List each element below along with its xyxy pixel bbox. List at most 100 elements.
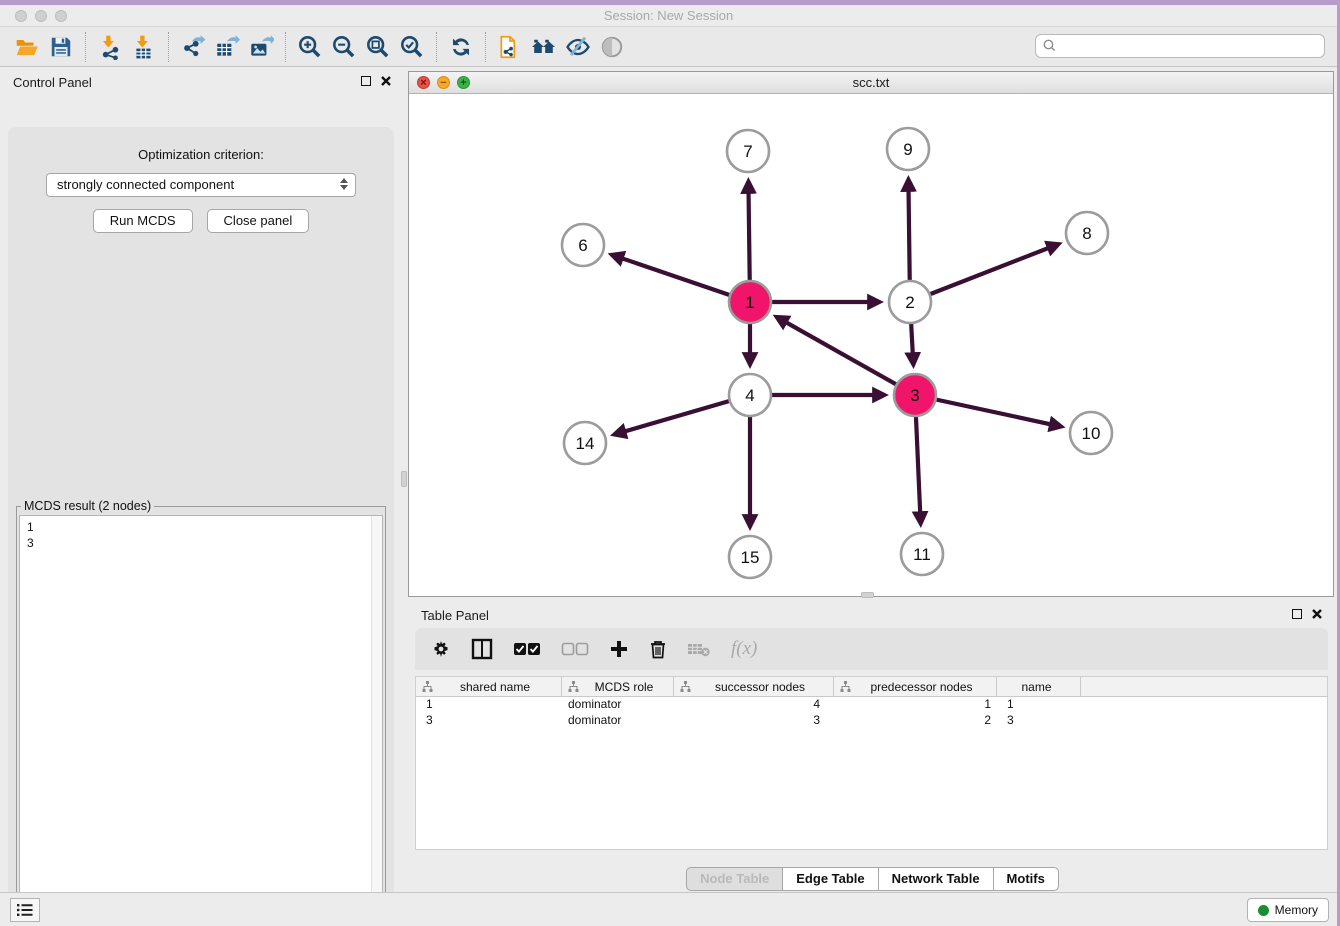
network-window: × − + scc.txt 7968124314101511 [408,71,1334,597]
graph-node-label-10: 10 [1082,424,1101,443]
column-header-shared-name[interactable]: shared name [416,677,562,696]
select-all-icon[interactable] [513,641,541,657]
mcds-panel: Optimization criterion: strongly connect… [8,127,394,926]
network-window-titlebar[interactable]: × − + scc.txt [409,72,1333,94]
graph-node-label-9: 9 [903,140,912,159]
delete-table-icon [687,641,711,657]
column-header-predecessor-nodes[interactable]: predecessor nodes [834,677,997,696]
network-canvas[interactable]: 7968124314101511 [409,94,1333,596]
hierarchy-icon [840,681,851,692]
delete-column-icon[interactable] [649,639,667,659]
task-history-button[interactable] [10,898,40,922]
cell-successor-nodes: 4 [674,697,834,713]
criterion-dropdown-value: strongly connected component [57,177,234,192]
horizontal-split-handle[interactable] [861,592,874,598]
tab-network-table[interactable]: Network Table [879,867,994,891]
graph-node-label-8: 8 [1082,224,1091,243]
memory-button[interactable]: Memory [1247,898,1329,922]
float-table-panel-icon[interactable] [1292,609,1302,619]
close-panel-button[interactable]: Close panel [207,209,310,233]
import-network-icon[interactable] [93,31,127,63]
window-titlebar: Session: New Session [0,5,1337,27]
hierarchy-icon [680,681,691,692]
cell-predecessor-nodes: 1 [834,697,997,713]
cell-predecessor-nodes: 2 [834,713,997,729]
hide-selected-icon[interactable] [561,31,595,63]
duplicate-network-icon[interactable] [493,31,527,63]
zoom-fit-icon[interactable] [361,31,395,63]
apply-layout-icon[interactable] [444,31,478,63]
add-column-icon[interactable] [609,639,629,659]
toolbar-separator [285,32,286,62]
status-bar: Memory [0,892,1337,926]
import-table-icon[interactable] [127,31,161,63]
optimization-criterion-label: Optimization criterion: [8,127,394,162]
hierarchy-icon [568,681,579,692]
graph-node-label-1: 1 [745,293,754,312]
vertical-split-handle[interactable] [401,471,407,487]
toolbar-separator [168,32,169,62]
graph-node-label-15: 15 [741,548,760,567]
export-network-icon[interactable] [176,31,210,63]
run-mcds-button[interactable]: Run MCDS [93,209,193,233]
zoom-selected-icon[interactable] [395,31,429,63]
toolbar-separator [85,32,86,62]
tab-node-table[interactable]: Node Table [686,867,783,891]
close-panel-icon[interactable] [380,75,392,87]
graph-node-label-3: 3 [910,386,919,405]
column-header-name[interactable]: name [997,677,1081,696]
cell-successor-nodes: 3 [674,713,834,729]
graph-node-label-11: 11 [913,545,931,564]
tab-edge-table[interactable]: Edge Table [783,867,878,891]
table-header-row: shared name MCDS role successor nodes pr… [416,677,1327,697]
table-row[interactable]: 3 dominator 3 2 3 [416,713,1327,729]
function-builder-icon: f(x) [731,638,757,660]
cell-name: 1 [997,697,1081,713]
cell-mcds-role: dominator [562,713,674,729]
search-input[interactable] [1058,36,1324,56]
graph-node-label-4: 4 [745,386,754,405]
mcds-result-title: MCDS result (2 nodes) [21,499,154,513]
save-session-icon[interactable] [44,31,78,63]
node-table: shared name MCDS role successor nodes pr… [415,676,1328,850]
cell-mcds-role: dominator [562,697,674,713]
toolbar-separator [485,32,486,62]
table-panel-title: Table Panel [421,608,489,623]
toolbar-separator [436,32,437,62]
main-toolbar [0,27,1337,67]
close-table-panel-icon[interactable] [1311,608,1323,620]
column-header-successor-nodes[interactable]: successor nodes [674,677,834,696]
list-icon [16,903,34,917]
home-icon[interactable] [527,31,561,63]
zoom-in-icon[interactable] [293,31,327,63]
criterion-dropdown[interactable]: strongly connected component [46,173,356,197]
tab-motifs[interactable]: Motifs [994,867,1059,891]
deselect-all-icon[interactable] [561,641,589,657]
network-graph[interactable]: 7968124314101511 [409,94,1333,596]
control-panel-header: Control Panel [0,67,402,97]
table-panel: Table Panel [408,600,1337,895]
float-panel-icon[interactable] [361,76,371,86]
zoom-out-icon[interactable] [327,31,361,63]
table-row[interactable]: 1 dominator 4 1 1 [416,697,1327,713]
desktop: Session: New Session [0,0,1340,926]
result-scrollbar[interactable] [371,516,382,926]
cell-shared-name: 1 [416,697,562,713]
window-title: Session: New Session [0,8,1337,23]
graph-node-label-14: 14 [576,434,595,453]
search-icon [1042,38,1058,54]
split-view-icon[interactable] [471,638,493,660]
cell-shared-name: 3 [416,713,562,729]
show-all-icon[interactable] [595,31,629,63]
graph-node-label-7: 7 [743,142,752,161]
cell-name: 3 [997,713,1081,729]
export-image-icon[interactable] [244,31,278,63]
export-table-icon[interactable] [210,31,244,63]
control-panel-title: Control Panel [13,75,92,90]
search-box [1035,34,1325,58]
open-session-icon[interactable] [10,31,44,63]
column-header-mcds-role[interactable]: MCDS role [562,677,674,696]
mcds-result-text: 1 3 [20,516,382,551]
table-options-icon[interactable] [431,639,451,659]
mcds-result-area[interactable]: 1 3 [19,515,383,926]
